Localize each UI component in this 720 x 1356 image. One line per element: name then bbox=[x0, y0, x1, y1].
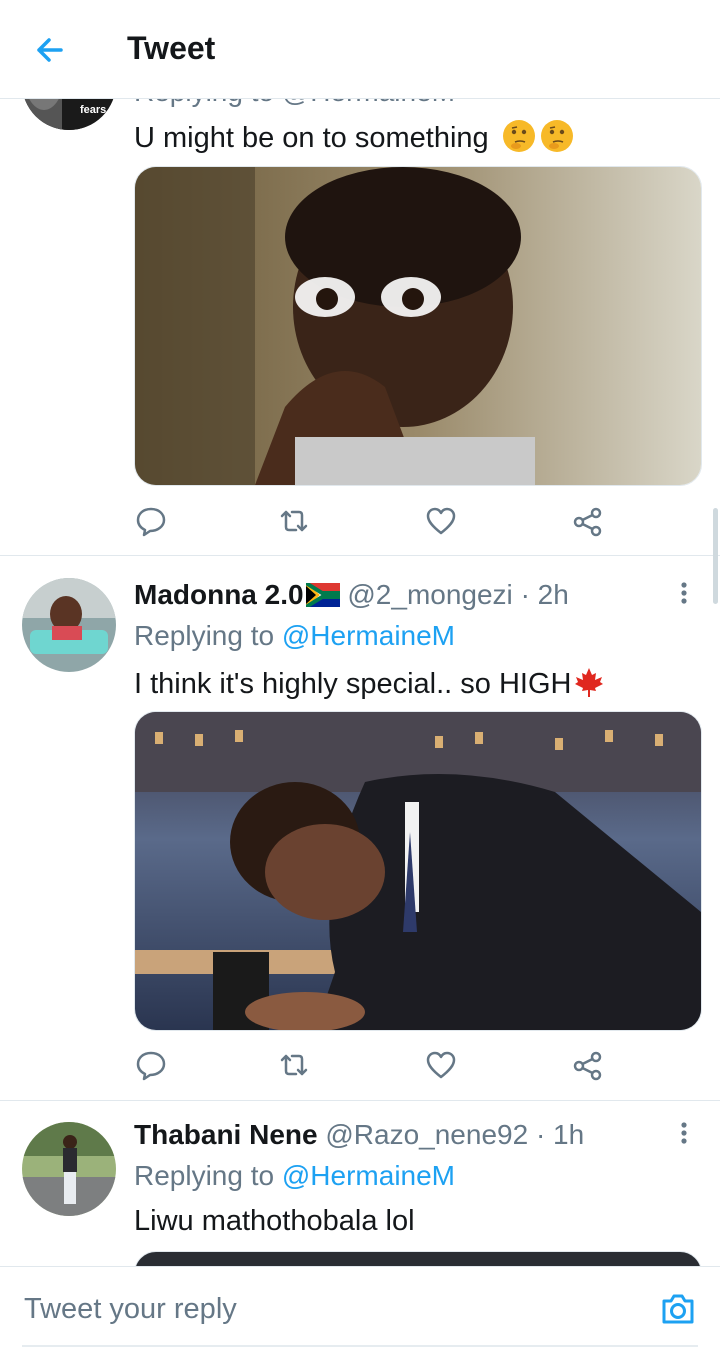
author-line: Thabani Nene @Razo_nene92 · 1h bbox=[134, 1119, 584, 1151]
replying-to-partial: Replying to @HermaineM bbox=[134, 98, 455, 108]
maple-leaf-icon bbox=[573, 666, 605, 698]
retweet-icon[interactable] bbox=[277, 1048, 311, 1082]
page-title: Tweet bbox=[127, 30, 216, 66]
like-icon[interactable] bbox=[424, 1048, 458, 1082]
more-icon[interactable] bbox=[674, 580, 694, 610]
reply-input[interactable] bbox=[22, 1283, 626, 1335]
author-name[interactable]: Madonna 2.0 bbox=[134, 579, 304, 610]
scrollbar-thumb[interactable] bbox=[713, 508, 718, 604]
replying-handle-link[interactable]: @HermaineM bbox=[282, 1160, 455, 1191]
share-icon[interactable] bbox=[571, 504, 605, 538]
tweet-text: Liwu mathothobala lol bbox=[134, 1205, 415, 1238]
replying-prefix: Replying to bbox=[134, 1160, 275, 1191]
replying-to: Replying to @HermaineM bbox=[134, 1160, 455, 1192]
author-line: Madonna 2.0 @2_mongezi · 2h bbox=[134, 579, 569, 611]
reply-composer bbox=[0, 1266, 720, 1356]
tweet-text: U might be on to something bbox=[134, 120, 573, 155]
tweet-actions bbox=[134, 504, 700, 544]
tweet-text-content: Liwu mathothobala lol bbox=[134, 1205, 415, 1237]
tweet-text-content: U might be on to something bbox=[134, 122, 489, 154]
top-app-bar: Tweet bbox=[0, 0, 720, 99]
avatar[interactable] bbox=[22, 1122, 116, 1216]
retweet-icon[interactable] bbox=[277, 504, 311, 538]
flag-south-africa-icon bbox=[304, 581, 342, 609]
timestamp: · 1h bbox=[535, 1119, 585, 1150]
author-name[interactable]: Thabani Nene bbox=[134, 1119, 318, 1150]
tweet-image[interactable] bbox=[134, 711, 702, 1031]
divider bbox=[0, 1100, 720, 1101]
avatar[interactable] bbox=[22, 578, 116, 672]
author-handle[interactable]: @Razo_nene92 bbox=[325, 1119, 528, 1150]
camera-icon[interactable] bbox=[658, 1289, 698, 1329]
avatar-caption: fears. bbox=[80, 104, 110, 116]
reply-feed[interactable]: fears. Replying to @HermaineM U might be… bbox=[0, 98, 720, 1266]
reply-icon[interactable] bbox=[134, 1048, 168, 1082]
avatar[interactable]: fears. bbox=[22, 98, 116, 130]
back-arrow-icon[interactable] bbox=[30, 30, 70, 70]
replying-to: Replying to @HermaineM bbox=[134, 620, 455, 652]
share-icon[interactable] bbox=[571, 1048, 605, 1082]
replying-handle-link[interactable]: @HermaineM bbox=[282, 620, 455, 651]
tweet-image[interactable] bbox=[134, 166, 702, 486]
tweet-text: I think it's highly special.. so HIGH bbox=[134, 666, 605, 701]
input-underline bbox=[22, 1345, 698, 1347]
more-icon[interactable] bbox=[674, 1120, 694, 1150]
author-handle[interactable]: @2_mongezi bbox=[347, 579, 512, 610]
divider bbox=[0, 555, 720, 556]
timestamp: · 2h bbox=[520, 579, 569, 610]
reply-icon[interactable] bbox=[134, 504, 168, 538]
tweet-actions bbox=[134, 1048, 700, 1088]
like-icon[interactable] bbox=[424, 504, 458, 538]
replying-prefix: Replying to bbox=[134, 620, 275, 651]
tweet-text-content: I think it's highly special.. so HIGH bbox=[134, 668, 572, 700]
tweet-image[interactable] bbox=[134, 1251, 702, 1266]
thinking-face-icon bbox=[540, 120, 573, 152]
thinking-face-icon bbox=[502, 120, 535, 152]
